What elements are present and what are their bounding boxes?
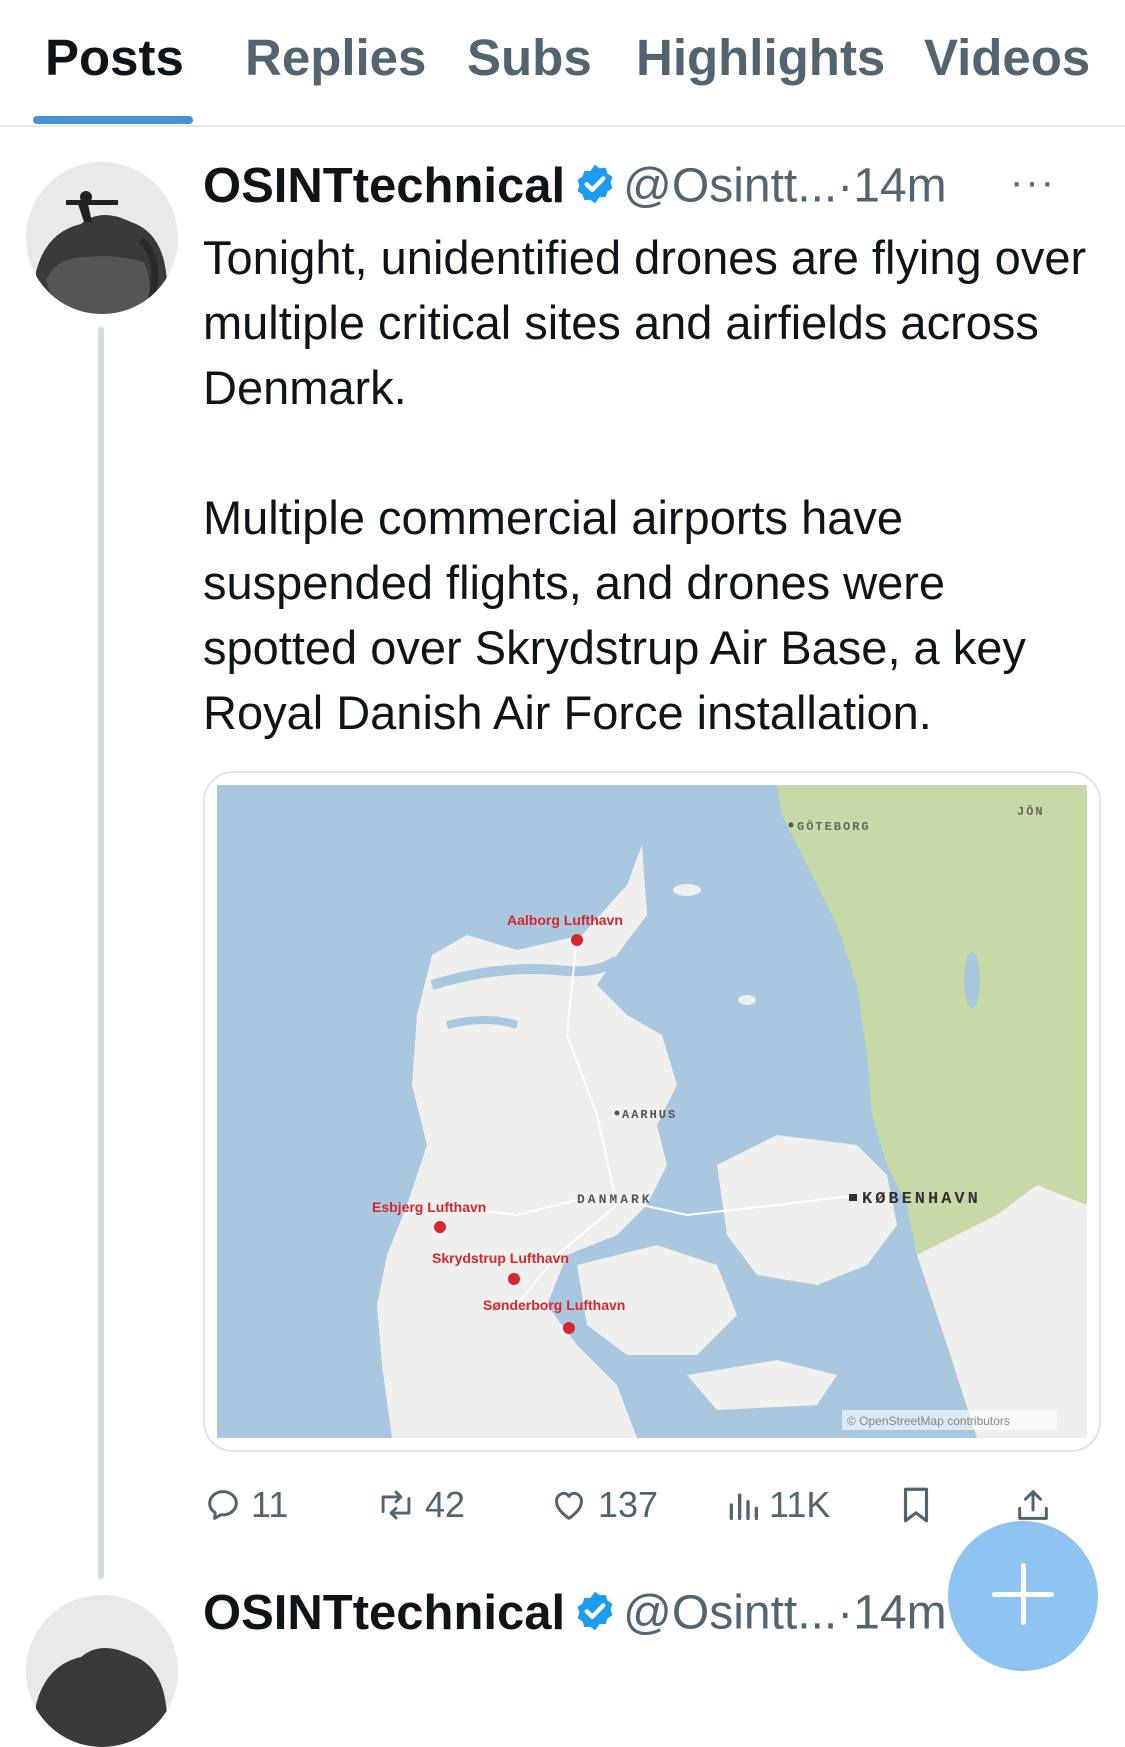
- next-post-header: OSINTtechnical @Osintt...·14m: [203, 1585, 947, 1645]
- author-name[interactable]: OSINTtechnical: [203, 159, 565, 213]
- repost-count: 42: [425, 1484, 466, 1525]
- reply-button[interactable]: 11: [203, 1470, 288, 1540]
- verified-badge-icon: [573, 162, 617, 211]
- post-paragraph: Multiple commercial airports have suspen…: [203, 491, 1026, 739]
- label-jon: JÖN: [1017, 803, 1045, 819]
- label-skrydstrup: Skrydstrup Lufthavn: [432, 1250, 569, 1266]
- reply-count: 11: [251, 1484, 289, 1525]
- label-esbjerg: Esbjerg Lufthavn: [372, 1199, 486, 1215]
- tab-videos[interactable]: Videos: [924, 28, 1090, 87]
- share-icon: [1018, 1490, 1048, 1520]
- views-button[interactable]: 11K: [725, 1470, 830, 1540]
- tab-highlights[interactable]: Highlights: [636, 28, 885, 87]
- repost-icon: [381, 1490, 411, 1520]
- separator-dot: ·: [837, 1586, 854, 1640]
- label-goteborg: GÖTEBORG: [797, 818, 871, 834]
- post-timestamp[interactable]: 14m: [853, 1587, 946, 1640]
- verified-badge-icon: [573, 1589, 617, 1638]
- like-button[interactable]: 137: [548, 1470, 658, 1540]
- post-header: OSINTtechnical @Osintt...·14m: [203, 158, 947, 218]
- repost-button[interactable]: 42: [375, 1470, 465, 1540]
- post-text: Tonight, unidentified drones are flying …: [203, 225, 1103, 745]
- avatar[interactable]: [26, 1595, 178, 1747]
- like-icon: [555, 1491, 583, 1520]
- map-attribution: © OpenStreetMap contributors: [847, 1414, 1010, 1428]
- more-options-icon[interactable]: ···: [1010, 160, 1056, 205]
- avatar[interactable]: [26, 162, 178, 314]
- thread-connector-line: [98, 327, 104, 1579]
- tab-subs[interactable]: Subs: [467, 28, 592, 87]
- post-paragraph: Tonight, unidentified drones are flying …: [203, 231, 1087, 414]
- like-count: 137: [598, 1484, 659, 1525]
- author-handle[interactable]: @Osintt...: [623, 160, 837, 213]
- active-tab-indicator: [33, 116, 193, 124]
- author-name[interactable]: OSINTtechnical: [203, 1586, 565, 1640]
- views-count: 11K: [769, 1484, 831, 1525]
- views-icon: [729, 1493, 758, 1520]
- label-aarhus: AARHUS: [622, 1108, 677, 1122]
- label-aalborg: Aalborg Lufthavn: [507, 912, 623, 928]
- profile-tabs: Posts Replies Subs Highlights Videos: [0, 0, 1125, 127]
- reply-icon: [208, 1490, 238, 1520]
- label-kobenhavn: KØBENHAVN: [862, 1190, 981, 1209]
- bookmark-button[interactable]: [898, 1470, 934, 1540]
- tab-replies[interactable]: Replies: [245, 28, 426, 87]
- denmark-map-image: Aalborg Lufthavn Esbjerg Lufthavn Skryds…: [217, 785, 1087, 1438]
- tab-posts[interactable]: Posts: [45, 28, 184, 87]
- post-image-map[interactable]: Aalborg Lufthavn Esbjerg Lufthavn Skryds…: [203, 771, 1101, 1452]
- post-action-bar: 11 42 137 11K: [203, 1470, 1103, 1540]
- author-handle[interactable]: @Osintt...: [623, 1587, 837, 1640]
- separator-dot: ·: [837, 159, 854, 213]
- compose-button[interactable]: [948, 1521, 1098, 1671]
- label-sonderborg: Sønderborg Lufthavn: [483, 1297, 625, 1313]
- bookmark-icon: [903, 1487, 929, 1523]
- label-danmark: DANMARK: [577, 1192, 653, 1207]
- post-timestamp[interactable]: 14m: [853, 160, 946, 213]
